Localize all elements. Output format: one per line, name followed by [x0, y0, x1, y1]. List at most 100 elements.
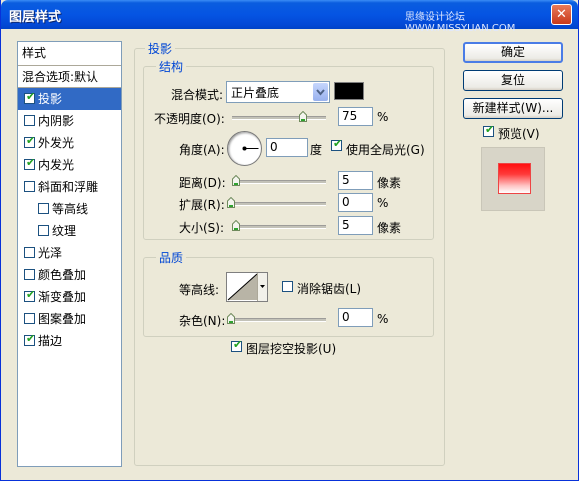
style-item[interactable]: 颜色叠加	[18, 264, 121, 286]
size-label: 大小(S):	[179, 221, 225, 235]
checkmark-icon: ✔	[26, 90, 36, 103]
angle-unit: 度	[310, 143, 323, 157]
knockout-checkbox[interactable]: ✔	[231, 338, 243, 352]
size-slider[interactable]	[232, 225, 326, 229]
style-item-label: 描边	[38, 334, 63, 348]
style-item[interactable]: ✔ 外发光	[18, 132, 121, 154]
style-item[interactable]: ✔ 内发光	[18, 154, 121, 176]
distance-label: 距离(D):	[179, 176, 226, 190]
style-item-label: 颜色叠加	[38, 268, 87, 282]
spread-percent: %	[377, 196, 389, 210]
distance-input[interactable]: 5	[338, 171, 373, 190]
anti-alias-checkbox[interactable]	[282, 281, 293, 292]
blend-mode-select[interactable]: 正片叠底	[226, 81, 330, 103]
checkmark-icon: ✔	[26, 332, 36, 345]
style-item-checkbox[interactable]	[38, 225, 49, 236]
noise-input[interactable]: 0	[338, 308, 373, 327]
style-item[interactable]: ✔ 渐变叠加	[18, 286, 121, 308]
style-item-checkbox[interactable]	[24, 313, 35, 324]
blend-options-item[interactable]: 混合选项:默认	[18, 66, 121, 88]
style-item-label: 斜面和浮雕	[38, 180, 99, 194]
blend-options-label: 混合选项:默认	[22, 70, 99, 84]
noise-percent: %	[377, 312, 389, 326]
close-button[interactable]: ✕	[551, 4, 572, 25]
opacity-input[interactable]: 75	[338, 107, 373, 126]
checkmark-icon: ✔	[485, 123, 495, 136]
contour-dropdown-arrow[interactable]	[257, 273, 267, 301]
style-item-checkbox[interactable]	[38, 203, 49, 214]
style-item-checkbox[interactable]	[24, 115, 35, 126]
style-item[interactable]: 等高线	[18, 198, 121, 220]
style-preview	[481, 147, 545, 211]
anti-alias-label: 消除锯齿(L)	[297, 282, 362, 296]
angle-input[interactable]: 0	[266, 138, 308, 157]
contour-picker[interactable]	[226, 272, 268, 302]
opacity-percent: %	[377, 110, 389, 124]
size-input[interactable]: 5	[338, 216, 373, 235]
style-item-label: 等高线	[52, 202, 89, 216]
global-light-checkbox[interactable]: ✔	[331, 137, 343, 151]
style-item-checkbox[interactable]	[24, 181, 35, 192]
size-unit: 像素	[377, 221, 402, 235]
reset-button[interactable]: 复位	[463, 70, 563, 91]
style-item[interactable]: 斜面和浮雕	[18, 176, 121, 198]
angle-dial[interactable]	[227, 131, 262, 166]
style-item-checkbox[interactable]: ✔	[24, 134, 35, 148]
checkmark-icon: ✔	[233, 338, 243, 351]
knockout-label: 图层挖空投影(U)	[246, 342, 337, 356]
close-icon: ✕	[556, 7, 567, 22]
checkmark-icon: ✔	[333, 137, 343, 150]
window-title: 图层样式	[9, 10, 62, 25]
new-style-button[interactable]: 新建样式(W)...	[463, 98, 563, 119]
chevron-down-icon	[313, 83, 328, 101]
size-slider-thumb[interactable]	[232, 220, 240, 231]
style-item-label: 内阴影	[38, 114, 75, 128]
style-item-checkbox[interactable]: ✔	[24, 90, 36, 104]
style-item[interactable]: ✔ 描边	[18, 330, 121, 352]
shadow-color-swatch[interactable]	[334, 82, 364, 100]
style-item-checkbox[interactable]	[24, 247, 35, 258]
style-item-checkbox[interactable]: ✔	[24, 156, 36, 170]
triangle-down-icon	[260, 285, 265, 288]
style-item[interactable]: 光泽	[18, 242, 121, 264]
spread-label: 扩展(R):	[179, 198, 225, 212]
ok-button[interactable]: 确定	[463, 42, 563, 63]
layer-style-dialog: 图层样式 思缘设计论坛 WWW.MISSYUAN.COM ✕ 样式 混合选项:默…	[0, 0, 579, 481]
style-item-checkbox[interactable]: ✔	[24, 288, 36, 302]
drop-shadow-title: 投影	[145, 40, 176, 57]
style-item[interactable]: 图案叠加	[18, 308, 121, 330]
checkmark-icon: ✔	[26, 156, 36, 169]
opacity-slider[interactable]	[232, 116, 326, 120]
distance-slider[interactable]	[232, 180, 326, 184]
structure-title: 结构	[156, 58, 187, 75]
noise-slider-thumb[interactable]	[227, 313, 235, 324]
spread-input[interactable]: 0	[338, 193, 373, 212]
style-item-checkbox[interactable]	[24, 269, 35, 280]
angle-label: 角度(A):	[179, 143, 225, 157]
noise-label: 杂色(N):	[179, 314, 226, 328]
style-list: 样式 混合选项:默认 ✔ 投影 内阴影 ✔ 外发光 ✔ 内发光 斜面和浮雕 等高线 纹理 光泽 颜色叠…	[17, 41, 122, 467]
title-bar[interactable]: 图层样式 思缘设计论坛 WWW.MISSYUAN.COM ✕	[1, 0, 578, 34]
style-item[interactable]: 纹理	[18, 220, 121, 242]
spread-slider-thumb[interactable]	[227, 197, 235, 208]
opacity-slider-thumb[interactable]	[298, 111, 307, 122]
style-item-label: 光泽	[38, 246, 63, 260]
spread-slider[interactable]	[232, 202, 326, 206]
style-item[interactable]: ✔ 投影	[18, 88, 121, 110]
style-item-label: 内发光	[38, 158, 75, 172]
blend-mode-label: 混合模式:	[171, 88, 224, 102]
style-item[interactable]: 内阴影	[18, 110, 121, 132]
style-item-label: 图案叠加	[38, 312, 87, 326]
opacity-label: 不透明度(O):	[154, 112, 225, 126]
quality-title: 品质	[156, 249, 187, 266]
contour-preview-icon	[227, 273, 258, 301]
style-item-checkbox[interactable]: ✔	[24, 332, 36, 346]
preview-checkbox[interactable]: ✔	[483, 123, 495, 137]
distance-slider-thumb[interactable]	[232, 175, 240, 186]
distance-unit: 像素	[377, 176, 402, 190]
preview-thumbnail	[498, 163, 531, 194]
blend-mode-value: 正片叠底	[231, 86, 280, 100]
checkmark-icon: ✔	[26, 288, 36, 301]
style-item-label: 投影	[38, 92, 63, 106]
noise-slider[interactable]	[232, 318, 326, 322]
